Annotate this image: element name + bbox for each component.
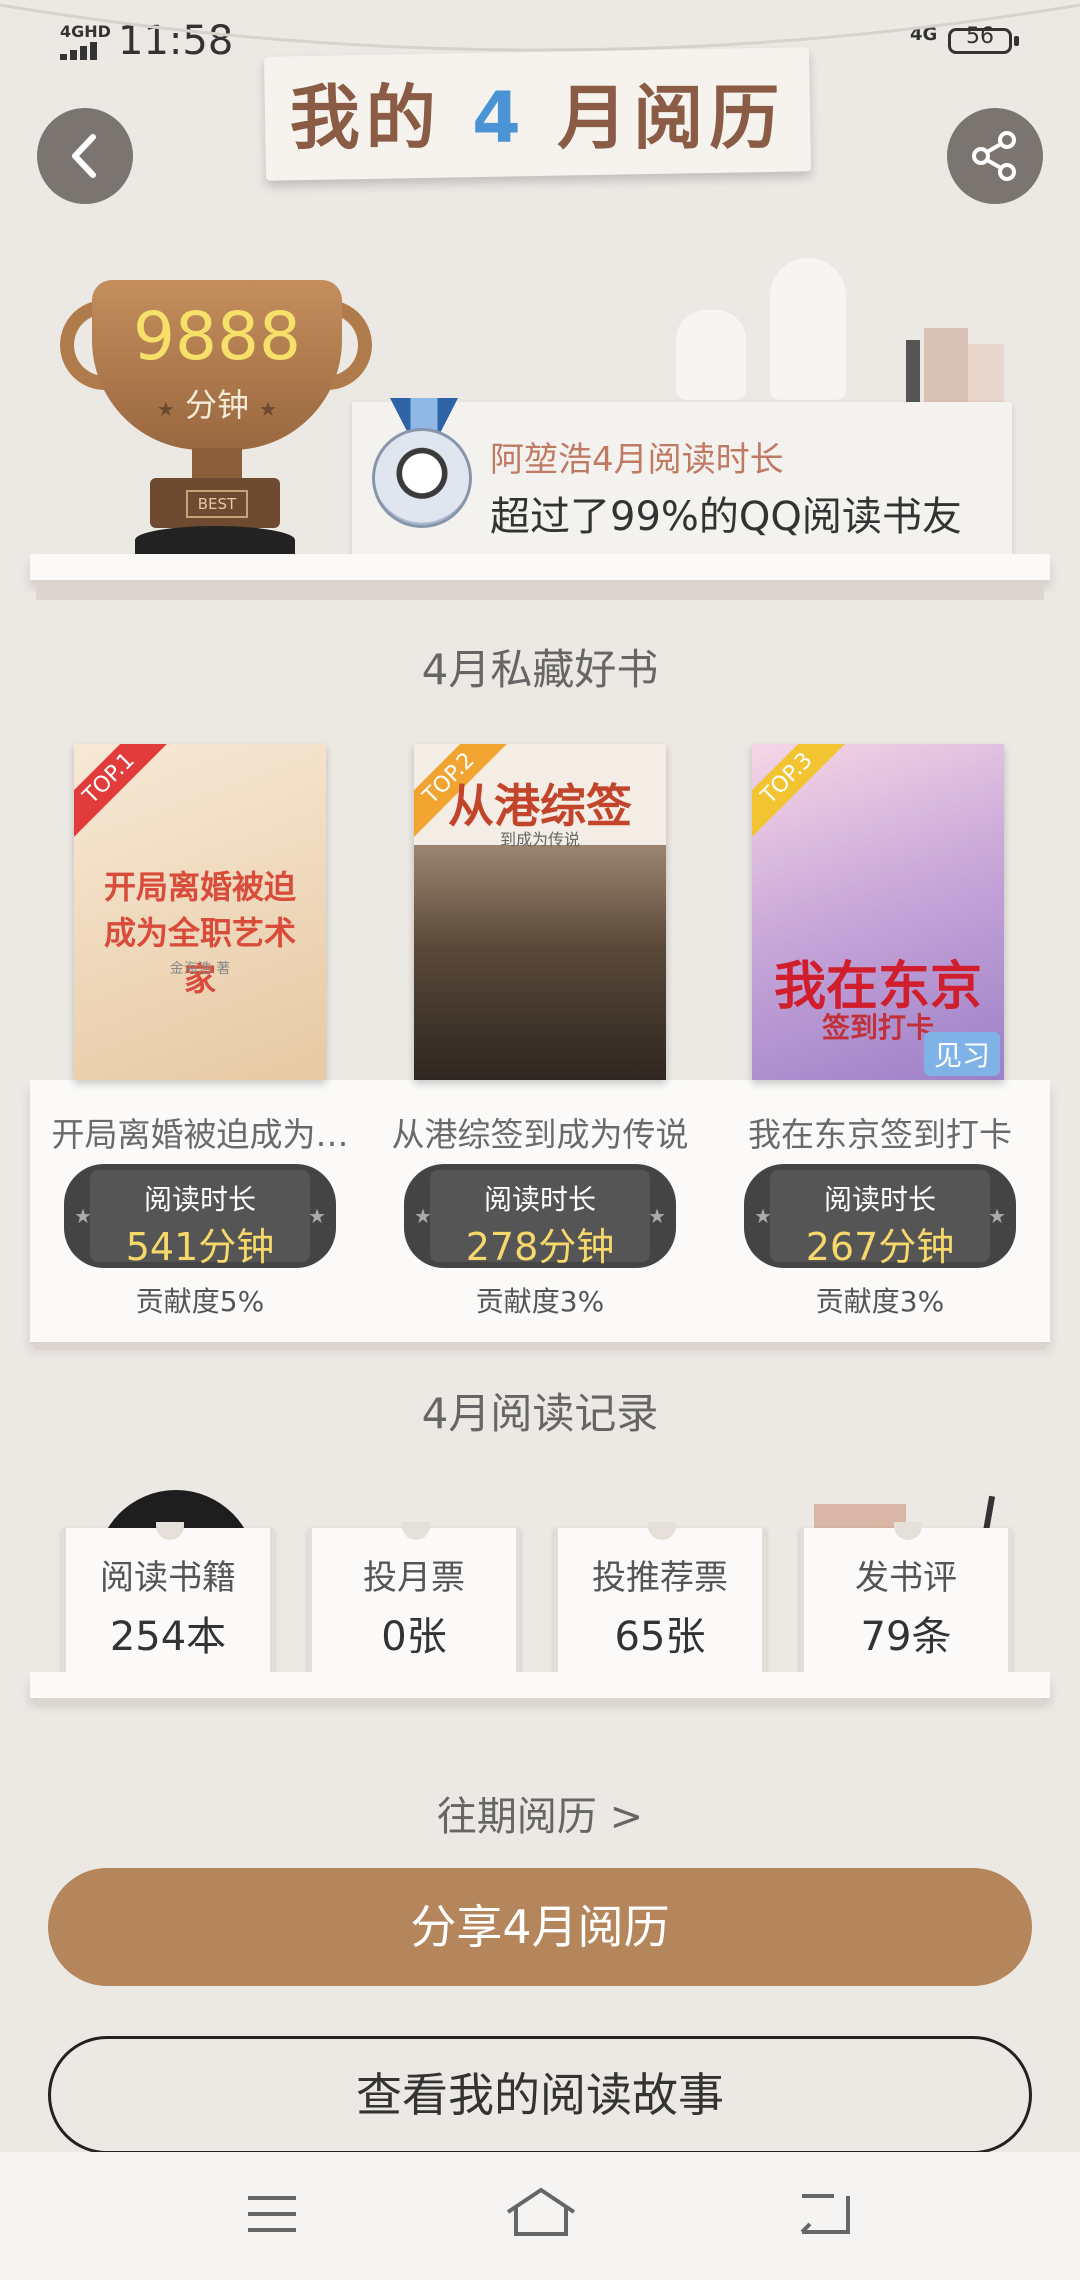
record-value: 254本	[109, 1614, 227, 1660]
rank-user-line: 阿堃浩4月阅读时长	[490, 440, 784, 480]
history-link[interactable]: 往期阅历 >	[0, 1784, 1080, 1842]
record-label: 阅读书籍	[100, 1558, 236, 1598]
trophy-foot	[135, 526, 295, 554]
reading-time-plaque: ★ 阅读时长 267分钟 ★	[744, 1164, 1016, 1269]
book-stack-decoration	[924, 328, 968, 402]
plaque-inner: 阅读时长 541分钟	[90, 1170, 310, 1269]
chevron-left-icon	[72, 134, 96, 178]
star-icon: ★	[308, 1204, 326, 1228]
reading-time-plaque: ★ 阅读时长 278分钟 ★	[404, 1164, 676, 1269]
records-shelf	[30, 1672, 1050, 1698]
home-icon[interactable]	[504, 2186, 578, 2238]
vase-decoration	[770, 258, 846, 400]
card-notch	[402, 1522, 430, 1540]
favorites-title: 4月私藏好书	[421, 645, 659, 694]
plaque-inner: 阅读时长 278分钟	[430, 1170, 650, 1269]
top-shelf-edge	[36, 580, 1044, 600]
record-value: 0张	[381, 1614, 447, 1660]
reading-story-button[interactable]: 查看我的阅读故事	[48, 2036, 1032, 2154]
back-nav-icon[interactable]	[794, 2190, 854, 2238]
plaque-inner: 阅读时长 267分钟	[770, 1170, 990, 1269]
book-reading-minutes: 541分钟	[125, 1225, 275, 1269]
plaque-label: 阅读时长	[823, 1183, 936, 1216]
star-icon: ★	[988, 1204, 1006, 1228]
star-icon: ★	[648, 1204, 666, 1228]
title-month: 4	[472, 77, 527, 159]
title-prefix: 我的	[289, 77, 442, 159]
record-card-recommend-votes[interactable]: 投推荐票 65张	[554, 1522, 766, 1672]
book-cover-2[interactable]: TOP.2 从港综签 到成为传说	[414, 744, 666, 1080]
book-stack-decoration	[906, 340, 920, 402]
record-value: 79条	[860, 1614, 952, 1660]
star-icon: ★	[156, 397, 175, 421]
card-notch	[894, 1522, 922, 1540]
book-title[interactable]: 我在东京签到打卡	[710, 1108, 1050, 1156]
reading-time-plaque: ★ 阅读时长 541分钟 ★	[64, 1164, 336, 1269]
contribution: 贡献度3%	[815, 1285, 945, 1318]
books-shelf-edge	[36, 1342, 1044, 1350]
page-title: 我的 4 月阅历	[265, 62, 810, 163]
book-cover-3[interactable]: TOP.3 我在东京 签到打卡 见习	[752, 744, 1004, 1080]
record-card-reviews[interactable]: 发书评 79条	[800, 1522, 1012, 1672]
star-icon: ★	[259, 397, 278, 421]
book-cover-1[interactable]: TOP.1 开局离婚被迫成为全职艺术家 金海浩 著	[74, 744, 326, 1080]
book-title[interactable]: 从港综签到成为传说	[370, 1108, 710, 1156]
system-nav-bar	[0, 2152, 1080, 2280]
share-icon	[972, 131, 1016, 181]
medal-avatar-icon	[372, 428, 472, 528]
card-notch	[156, 1522, 184, 1540]
cover-author: 金海浩 著	[169, 961, 231, 977]
share-month-button[interactable]: 分享4月阅历	[48, 1868, 1032, 1986]
plaque-label: 阅读时长	[483, 1183, 596, 1216]
card-notch	[648, 1522, 676, 1540]
book-stack-decoration	[968, 344, 1004, 402]
vase-decoration	[676, 310, 746, 400]
record-label: 发书评	[855, 1558, 957, 1598]
book-title[interactable]: 开局离婚被迫成为…	[30, 1108, 370, 1156]
top-shelf	[30, 554, 1050, 580]
contribution: 贡献度5%	[135, 1285, 265, 1318]
cover-subtitle: 到成为传说	[499, 830, 580, 849]
back-button[interactable]	[37, 108, 133, 204]
records-title: 4月阅读记录	[421, 1389, 659, 1438]
trophy-stem	[192, 448, 242, 478]
cover-title: 开局离婚被迫成为全职艺术家	[103, 868, 296, 998]
share-button[interactable]	[947, 108, 1043, 204]
record-label: 投月票	[363, 1558, 465, 1598]
total-reading-minutes: 9888	[133, 298, 301, 375]
record-card-books[interactable]: 阅读书籍 254本	[62, 1522, 274, 1672]
title-suffix: 月阅历	[557, 77, 786, 159]
contribution: 贡献度3%	[475, 1285, 605, 1318]
plaque-label: 阅读时长	[143, 1183, 256, 1216]
rank-tag: TOP.1	[74, 744, 174, 844]
cover-badge: 见习	[923, 1032, 1000, 1076]
record-label: 投推荐票	[592, 1558, 728, 1598]
book-reading-minutes: 278分钟	[465, 1225, 615, 1269]
trophy-badge: BEST	[186, 490, 248, 518]
trophy-unit: ★ 分钟 ★	[92, 380, 342, 426]
rank-description: 超过了99%的QQ阅读书友	[490, 494, 962, 540]
book-reading-minutes: 267分钟	[805, 1225, 955, 1269]
pen-decoration	[982, 1495, 996, 1533]
record-card-monthly-votes[interactable]: 投月票 0张	[308, 1522, 520, 1672]
rank-tag: TOP.3	[752, 744, 852, 844]
menu-icon[interactable]	[244, 2190, 300, 2238]
trophy-unit-label: 分钟	[184, 386, 249, 424]
record-value: 65张	[614, 1614, 706, 1660]
records-shelf-edge	[36, 1698, 1044, 1706]
